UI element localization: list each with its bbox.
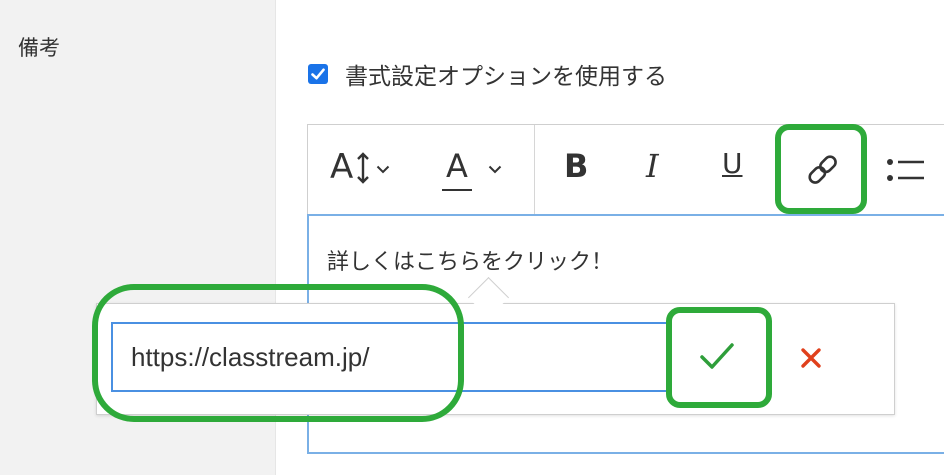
bold-icon: B [564,147,589,185]
font-size-button[interactable]: A [320,125,410,215]
cancel-link-button[interactable] [780,322,846,392]
font-size-icon: A [330,147,354,187]
checkmark-icon [700,343,734,369]
bullet-list-button[interactable] [884,125,944,215]
italic-button[interactable]: I [624,125,684,215]
link-button[interactable] [784,125,860,215]
link-icon [808,155,837,184]
font-color-button[interactable]: A [420,125,520,215]
underline-icon: U [722,147,743,180]
format-option-label[interactable]: 書式設定オプションを使用する [345,57,667,91]
bullet-list-icon [887,159,924,181]
chevron-down-icon [376,165,390,174]
editor-content: 詳しくはこちらをクリック！ [327,250,614,275]
italic-icon: I [646,147,659,185]
confirm-link-button[interactable] [680,322,756,392]
font-size-arrows-icon [357,152,369,184]
underline-button[interactable]: U [698,125,758,215]
chevron-down-icon [488,165,502,174]
link-url-input[interactable] [111,322,671,392]
bold-button[interactable]: B [548,125,608,215]
toolbar-separator [534,125,535,215]
field-label: 備考 [18,36,60,60]
formatting-toolbar: A A B I U [307,124,944,215]
close-icon [801,348,821,368]
format-option-checkbox[interactable] [308,64,328,84]
font-color-bar [442,189,472,191]
font-color-icon: A [446,147,468,185]
checkbox-check-icon [311,68,325,80]
